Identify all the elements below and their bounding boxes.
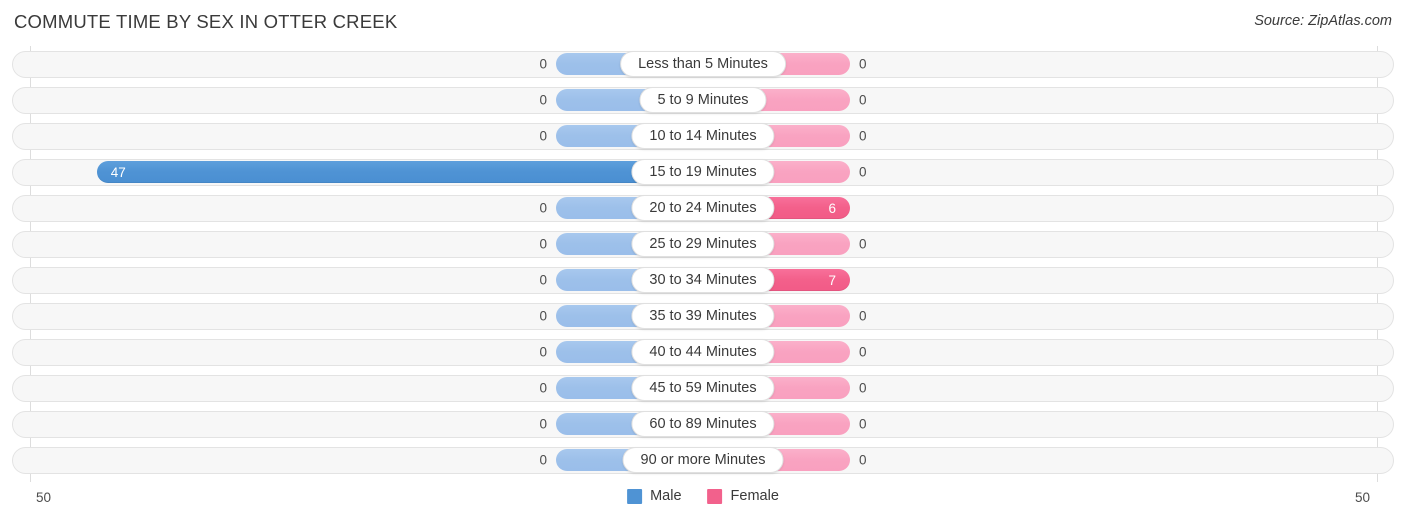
chart-row: 0 6 20 to 24 Minutes <box>0 190 1406 226</box>
bar-male-value: 0 <box>539 56 547 72</box>
chart-row: 0 0 60 to 89 Minutes <box>0 406 1406 442</box>
bar-male-value: 0 <box>539 344 547 360</box>
bar-female-value: 7 <box>828 272 836 288</box>
legend-item[interactable]: Female <box>707 488 779 504</box>
chart-rows: 0 0 Less than 5 Minutes 0 0 5 to 9 Minutes 0 0 1… <box>0 46 1406 478</box>
category-label: 35 to 39 Minutes <box>631 303 775 329</box>
bar-male-value: 0 <box>539 308 547 324</box>
bar-male[interactable]: 47 <box>96 161 703 183</box>
bar-female-value: 0 <box>859 92 867 108</box>
chart-row: 0 0 35 to 39 Minutes <box>0 298 1406 334</box>
legend-swatch-male <box>627 488 643 504</box>
category-label: 25 to 29 Minutes <box>631 231 775 257</box>
bar-female-value: 0 <box>859 380 867 396</box>
bar-female-value: 0 <box>859 236 867 252</box>
chart-row: 0 0 45 to 59 Minutes <box>0 370 1406 406</box>
bar-male-value: 0 <box>539 416 547 432</box>
bar-female-value: 0 <box>859 56 867 72</box>
chart-footer: 50 50 Male Female <box>0 482 1406 523</box>
source-attribution: Source: ZipAtlas.com <box>1254 13 1392 29</box>
bar-female-value: 0 <box>859 128 867 144</box>
chart-row: 0 0 90 or more Minutes <box>0 442 1406 478</box>
bar-female-value: 0 <box>859 164 867 180</box>
chart-row: 0 0 40 to 44 Minutes <box>0 334 1406 370</box>
chart-row: 0 0 5 to 9 Minutes <box>0 82 1406 118</box>
legend-item-label: Male <box>650 488 682 504</box>
category-label: Less than 5 Minutes <box>620 51 786 77</box>
axis-tick-left: 50 <box>36 490 52 505</box>
bar-female-value: 0 <box>859 344 867 360</box>
bar-male-value: 0 <box>539 380 547 396</box>
category-label: 90 or more Minutes <box>622 447 784 473</box>
category-label: 40 to 44 Minutes <box>631 339 775 365</box>
category-label: 10 to 14 Minutes <box>631 123 775 149</box>
bar-female-value: 0 <box>859 416 867 432</box>
bar-female-value: 0 <box>859 308 867 324</box>
chart-legend: Male Female <box>627 488 779 504</box>
bar-male-value: 0 <box>539 272 547 288</box>
chart-row: 0 7 30 to 34 Minutes <box>0 262 1406 298</box>
bar-male-value: 0 <box>539 452 547 468</box>
category-label: 30 to 34 Minutes <box>631 267 775 293</box>
category-label: 45 to 59 Minutes <box>631 375 775 401</box>
chart-row: 0 0 Less than 5 Minutes <box>0 46 1406 82</box>
bar-male-value: 0 <box>539 128 547 144</box>
bar-male-value: 0 <box>539 236 547 252</box>
page-title: COMMUTE TIME BY SEX IN OTTER CREEK <box>14 11 398 32</box>
chart-row: 0 0 25 to 29 Minutes <box>0 226 1406 262</box>
legend-swatch-female <box>707 488 723 504</box>
bar-male-value: 0 <box>539 200 547 216</box>
chart-plot-area: 0 0 Less than 5 Minutes 0 0 5 to 9 Minutes 0 0 1… <box>0 46 1406 482</box>
category-label: 5 to 9 Minutes <box>639 87 767 113</box>
bar-male-value: 47 <box>110 164 126 180</box>
bar-male-value: 0 <box>539 92 547 108</box>
legend-item-label: Female <box>730 488 779 504</box>
category-label: 15 to 19 Minutes <box>631 159 775 185</box>
chart-row: 0 0 10 to 14 Minutes <box>0 118 1406 154</box>
bar-female-value: 0 <box>859 452 867 468</box>
category-label: 60 to 89 Minutes <box>631 411 775 437</box>
legend-item[interactable]: Male <box>627 488 682 504</box>
bar-female-value: 6 <box>828 200 836 216</box>
axis-tick-right: 50 <box>1354 490 1370 505</box>
category-label: 20 to 24 Minutes <box>631 195 775 221</box>
chart-header: COMMUTE TIME BY SEX IN OTTER CREEK Sourc… <box>0 0 1406 46</box>
chart-row: 47 0 15 to 19 Minutes <box>0 154 1406 190</box>
